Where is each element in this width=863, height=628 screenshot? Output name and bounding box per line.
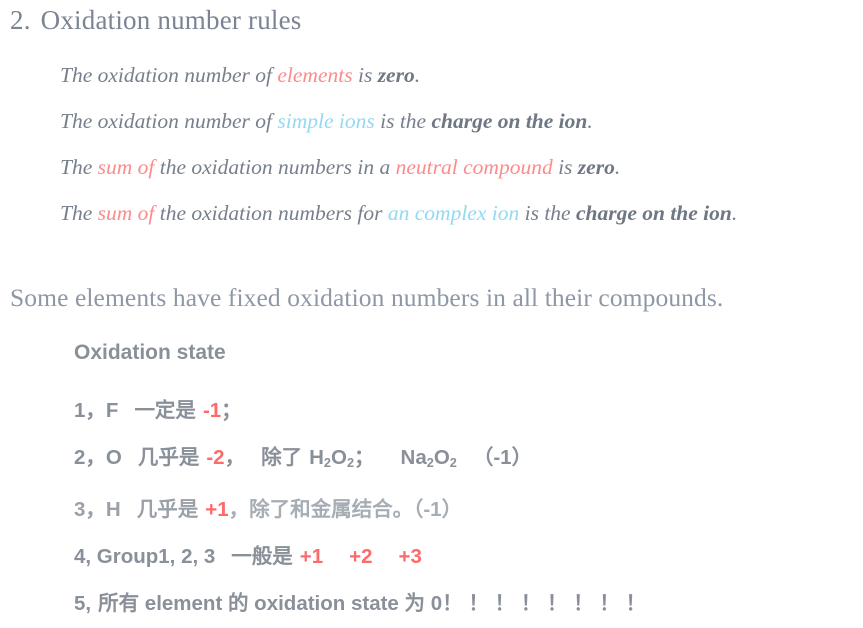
rule-highlight: neutral compound (395, 155, 553, 179)
subscript: 2 (449, 454, 457, 470)
rule-highlight: elements (277, 63, 353, 87)
rule-text: . (731, 201, 738, 225)
item-value-2: +2 (349, 544, 373, 568)
item-value: -1 (202, 399, 222, 422)
rule-line: The sum of the oxidation numbers for an … (60, 190, 860, 236)
rule-highlight: an complex ion (387, 201, 520, 225)
rule-text: The oxidation number of (60, 63, 278, 87)
page-title-text: Oxidation number rules (40, 5, 302, 35)
rule-text: . (587, 109, 593, 133)
rule-text: . (614, 155, 621, 179)
rule-line: The oxidation number of simple ions is t… (60, 98, 860, 144)
subscript: 2 (426, 454, 434, 470)
rule-text: is the (519, 201, 576, 225)
oxidation-state-list: Oxidation state 1，F 一定是 -1； 2，O 几乎是 -2， 除了 H2O… (74, 341, 854, 627)
item-value: +1 (299, 544, 324, 568)
item-note: 除了和金属结合。（-1） (249, 497, 463, 521)
item-separator: ； (354, 446, 375, 469)
item-body: 一定是 (134, 399, 196, 422)
rule-text: The oxidation number of (60, 109, 278, 133)
item-prefix: 3，H (74, 497, 121, 521)
fixed-oxidation-statement: Some elements have fixed oxidation numbe… (10, 283, 724, 312)
rule-emphasis: charge on the ion (575, 201, 732, 225)
rule-text: is the (374, 109, 432, 133)
rule-text: The (60, 201, 98, 225)
item-prefix: 4, Group1, 2, 3 (74, 544, 216, 568)
list-item: 1，F 一定是 -1； (74, 387, 854, 434)
rule-text: the oxidation numbers for (154, 201, 388, 225)
item-body: 一般是 (231, 544, 293, 568)
item-paren-value: （-1） (472, 446, 533, 469)
subscript: 2 (346, 454, 355, 470)
page-title-number: 2. (10, 5, 31, 35)
rule-highlight: sum of (97, 155, 155, 179)
slide-canvas: 2. Oxidation number rules The oxidation n… (0, 0, 863, 628)
item-suffix: ； (221, 399, 242, 422)
item-prefix: 5, (74, 591, 92, 615)
subscript: 2 (323, 454, 331, 470)
formula-hydrogen-peroxide: H2O2 (309, 446, 355, 470)
item-body: 所有 element 的 oxidation state 为 0 (98, 591, 443, 615)
list-item: 4, Group1, 2, 3 一般是 +1 +2 +3 (74, 533, 854, 580)
item-prefix: 2，O (74, 446, 122, 469)
list-item: 2，O 几乎是 -2， 除了 H2O2； Na2O2 （-1） (74, 434, 854, 486)
item-suffix: ， (224, 446, 246, 469)
item-body: 几乎是 (136, 497, 199, 521)
page-title: 2. Oxidation number rules (10, 5, 302, 36)
rule-text: the oxidation numbers in a (154, 155, 396, 179)
formula-sodium-peroxide: Na2O2 (400, 446, 457, 470)
list-item: 3，H 几乎是 +1，除了和金属结合。（-1） (74, 486, 854, 533)
rule-highlight: simple ions (277, 109, 375, 133)
item-value: -2 (206, 446, 225, 469)
rules-list: The oxidation number of elements is zero… (60, 52, 860, 236)
item-exception-label: 除了 (261, 446, 303, 469)
rule-highlight: sum of (97, 201, 155, 225)
item-prefix: 1，F (74, 399, 119, 422)
rule-emphasis: charge on the ion (431, 109, 588, 133)
rule-emphasis: zero (577, 155, 615, 179)
item-suffix: ， (228, 497, 250, 521)
rule-text: The (60, 155, 98, 179)
item-value: +1 (205, 497, 229, 521)
item-value-3: +3 (398, 544, 422, 568)
rule-line: The oxidation number of elements is zero… (60, 52, 860, 98)
rule-text: is (552, 155, 578, 179)
item-exclamations: ！ ！ ！ ！ ！ ！ ！ ！ (442, 591, 646, 615)
oxidation-state-header: Oxidation state (74, 341, 226, 364)
rule-emphasis: zero (377, 63, 415, 87)
item-body: 几乎是 (137, 446, 200, 469)
rule-text: is (352, 63, 378, 87)
list-item: 5, 所有 element 的 oxidation state 为 0！ ！ ！ … (74, 580, 854, 627)
rule-text: . (414, 63, 421, 87)
rule-line: The sum of the oxidation numbers in a ne… (60, 144, 860, 190)
